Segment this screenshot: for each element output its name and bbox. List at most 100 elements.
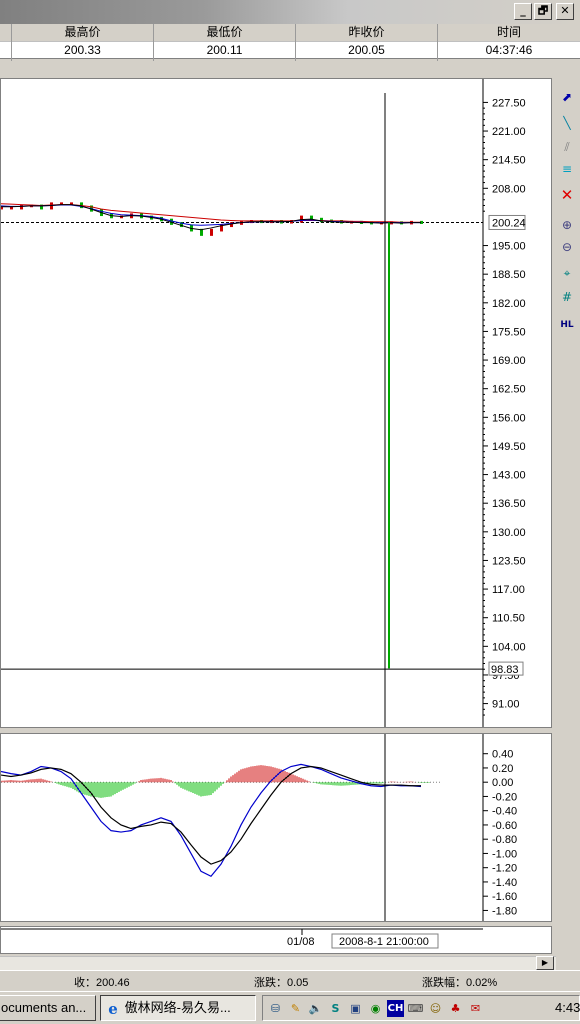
price-axis-label: 227.50 — [492, 97, 526, 109]
price-ma-line — [0, 203, 421, 223]
quote-col-spacer — [0, 24, 12, 61]
price-axis-label: 117.00 — [492, 584, 525, 596]
quote-header-time: 时间 — [496, 25, 521, 39]
minimize-button[interactable]: _ — [514, 3, 532, 20]
language-indicator[interactable]: CH — [387, 1000, 404, 1017]
people-icon[interactable]: ☺ — [427, 1000, 444, 1017]
crosshair-tool-icon[interactable]: ⌖ — [558, 264, 576, 282]
taskbar-item-label: ocuments an... — [1, 1000, 87, 1015]
price-axis-label: 182.00 — [492, 298, 526, 310]
price-axis-label: 130.00 — [492, 527, 526, 539]
price-axis-label: 110.50 — [492, 613, 525, 625]
status-change-pct: 涨跌幅：0.02% — [422, 977, 498, 989]
status-close: 收：200.46 — [74, 977, 130, 989]
trading-app-window: _ 🗗 ✕ 最高价 200.33 最低价 200.11 昨收价 200.05 时… — [0, 0, 580, 1024]
scroll-right-button[interactable]: ▶ — [536, 956, 554, 970]
horizontal-scrollbar[interactable] — [0, 956, 556, 970]
price-axis-label: 149.50 — [492, 441, 526, 453]
restore-button[interactable]: 🗗 — [534, 3, 552, 20]
crosshair-price-label: 98.83 — [491, 664, 519, 676]
quote-col-low: 最低价 200.11 — [154, 24, 296, 61]
price-axis-label: 123.50 — [492, 555, 526, 567]
price-axis-label: 188.50 — [492, 269, 526, 281]
security-icon[interactable]: S — [327, 1000, 344, 1017]
price-ma-line — [1, 204, 421, 231]
ie-icon: e — [108, 999, 118, 1018]
quote-value-low: 200.11 — [154, 41, 295, 59]
delete-tool-icon[interactable]: ✕ — [558, 186, 576, 204]
macd-axis-label: -1.60 — [492, 891, 517, 903]
quote-value-high: 200.33 — [12, 41, 153, 59]
sync-icon[interactable]: ◉ — [367, 1000, 384, 1017]
taskbar-item-label: 傲林网络-易久易... — [124, 1000, 231, 1015]
grid-tool-icon[interactable]: # — [558, 288, 576, 306]
taskbar-item-documents[interactable]: ocuments an... — [0, 995, 96, 1021]
price-axis-label: 195.00 — [492, 241, 526, 253]
macd-axis-label: 0.00 — [492, 777, 513, 789]
macd-dea-line — [0, 765, 421, 865]
price-chart-panel[interactable]: 227.50 221.00 214.50 208.00 195.00 188.50 182.… — [0, 78, 552, 728]
time-axis-panel: 01/08 2008-8-1 21:00:00 — [0, 926, 552, 954]
price-axis-label: 169.00 — [492, 355, 526, 367]
taskbar: ocuments an... e 傲林网络-易久易... ⛁ ✎ 🔈 S ▣ ◉… — [0, 991, 580, 1024]
current-price-label: 200.24 — [492, 217, 526, 229]
price-candle — [210, 228, 213, 236]
quote-col-prev-close: 昨收价 200.05 — [296, 24, 438, 61]
quote-value-prev-close: 200.05 — [296, 41, 437, 59]
price-axis-label: 175.50 — [492, 326, 526, 338]
price-axis-label: 208.00 — [492, 183, 526, 195]
macd-axis-label: -1.00 — [492, 848, 517, 860]
price-axis-label: 221.00 — [492, 126, 526, 138]
macd-axis-label: -0.80 — [492, 834, 517, 846]
macd-axis-label: -1.20 — [492, 863, 517, 875]
macd-axis-label: -0.40 — [492, 806, 517, 818]
price-chart[interactable]: 227.50 221.00 214.50 208.00 195.00 188.50 182.… — [0, 79, 551, 727]
mail-icon[interactable]: ✉ — [467, 1000, 484, 1017]
title-bar[interactable]: _ 🗗 ✕ — [0, 0, 580, 24]
macd-chart-panel[interactable]: 0.40 0.20 0.00 -0.20 -0.40 -0.60 -0.80 -1.00 -1.… — [0, 733, 552, 922]
drawing-toolbar: ⬈ ╲ ⫽ ≡ ✕ ⊕ ⊖ ⌖ # HL — [554, 86, 580, 346]
price-candle — [20, 204, 23, 210]
line-tool-icon[interactable]: ╲ — [558, 114, 576, 132]
zoom-out-tool-icon[interactable]: ⊖ — [558, 238, 576, 256]
macd-axis-label: -0.60 — [492, 820, 517, 832]
zoom-in-tool-icon[interactable]: ⊕ — [558, 216, 576, 234]
price-axis-label: 156.00 — [492, 412, 526, 424]
qq-icon[interactable]: ♣ — [447, 1000, 464, 1017]
price-axis-label: 214.50 — [492, 155, 526, 167]
volume-icon[interactable]: 🔈 — [307, 1000, 324, 1017]
macd-axis-label: -1.80 — [492, 905, 517, 917]
quote-col-high: 最高价 200.33 — [12, 24, 154, 61]
pencil-icon[interactable]: ✎ — [287, 1000, 304, 1017]
trend-tool-icon[interactable]: ⬈ — [558, 88, 576, 106]
macd-axis-label: -1.40 — [492, 877, 517, 889]
status-bar: 收：200.46 涨跌：0.05 涨跌幅：0.02% — [0, 970, 580, 990]
close-button[interactable]: ✕ — [556, 3, 574, 20]
horizontal-lines-tool-icon[interactable]: ≡ — [558, 160, 576, 178]
macd-axis-label: 0.20 — [492, 763, 513, 775]
system-tray: ⛁ ✎ 🔈 S ▣ ◉ CH ⌨ ☺ ♣ ✉ 4:43 — [262, 995, 580, 1021]
quote-header-high: 最高价 — [64, 25, 101, 39]
quote-col-time: 时间 04:37:46 — [438, 24, 580, 61]
parallel-tool-icon[interactable]: ⫽ — [558, 138, 576, 156]
quote-header-prev-close: 昨收价 — [348, 25, 385, 39]
macd-axis-label: -0.20 — [492, 791, 517, 803]
time-axis-date-label: 01/08 — [287, 936, 315, 948]
display-icon[interactable]: ▣ — [347, 1000, 364, 1017]
status-change: 涨跌：0.05 — [254, 977, 309, 989]
macd-axis-label: 0.40 — [492, 749, 513, 761]
price-axis-label: 162.50 — [492, 384, 526, 396]
clock: 4:43 — [555, 1000, 580, 1015]
macd-chart[interactable]: 0.40 0.20 0.00 -0.20 -0.40 -0.60 -0.80 -1.00 -1.… — [0, 734, 551, 921]
quote-value-time: 04:37:46 — [438, 41, 580, 59]
keyboard-icon[interactable]: ⌨ — [407, 1000, 424, 1017]
crosshair-time-label: 2008-8-1 21:00:00 — [339, 936, 429, 948]
quote-header-low: 最低价 — [206, 25, 243, 39]
quote-table: 最高价 200.33 最低价 200.11 昨收价 200.05 时间 04:3… — [0, 24, 580, 61]
price-axis-label: 143.00 — [492, 470, 526, 482]
time-axis: 01/08 2008-8-1 21:00:00 — [1, 928, 483, 949]
hl-tool-icon[interactable]: HL — [558, 316, 576, 334]
taskbar-item-browser[interactable]: e 傲林网络-易久易... — [100, 995, 256, 1021]
price-axis-label: 104.00 — [492, 641, 526, 653]
network-icon[interactable]: ⛁ — [267, 1000, 284, 1017]
